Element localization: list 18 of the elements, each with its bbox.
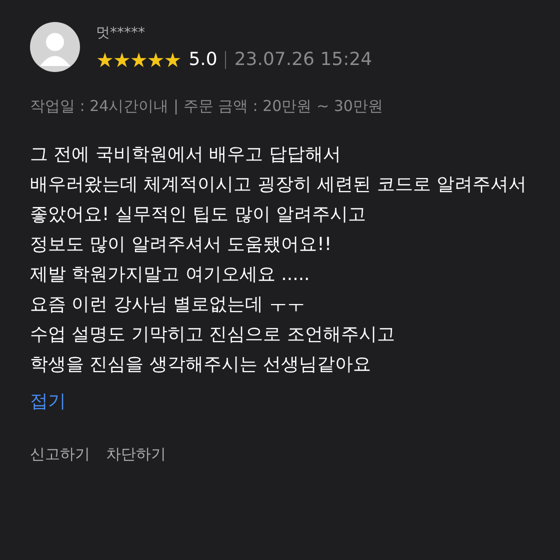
review-date: 23.07.26 15:24	[234, 48, 372, 72]
rating-score: 5.0	[188, 48, 218, 72]
divider-bar	[225, 50, 226, 68]
order-info: 작업일 : 24시간이내 | 주문 금액 : 20만원 ~ 30만원	[30, 96, 384, 117]
review-text: 학생을 진심을 생각해주시는 선생님같아요	[30, 352, 372, 376]
avatar	[30, 22, 80, 72]
action-link[interactable]: 신고하기	[30, 442, 90, 465]
review-text: 정보도 많이 알려주셔서 도움됐어요!!	[30, 232, 333, 256]
review-text: 제발 학원가지말고 여기오세요 .....	[30, 262, 311, 286]
review-text: 수업 설명도 기막히고 진심으로 조언해주시고	[30, 322, 396, 346]
action-link[interactable]: 차단하기	[106, 442, 166, 465]
star-rating: ★★★★★	[96, 48, 181, 70]
author-name: 멋*****	[96, 24, 146, 42]
review-text: 좋았어요! 실무적인 팁도 많이 알려주시고	[30, 202, 368, 226]
review-text: 요즘 이런 강사님 별로없는데 ㅜㅜ	[30, 292, 306, 316]
review-text: 배우러왔는데 체계적이시고 굉장히 세련된 코드로 알려주셔서	[30, 172, 528, 196]
collapse-link[interactable]: 접기	[30, 388, 66, 414]
review-text: 그 전에 국비학원에서 배우고 답답해서	[30, 142, 342, 166]
